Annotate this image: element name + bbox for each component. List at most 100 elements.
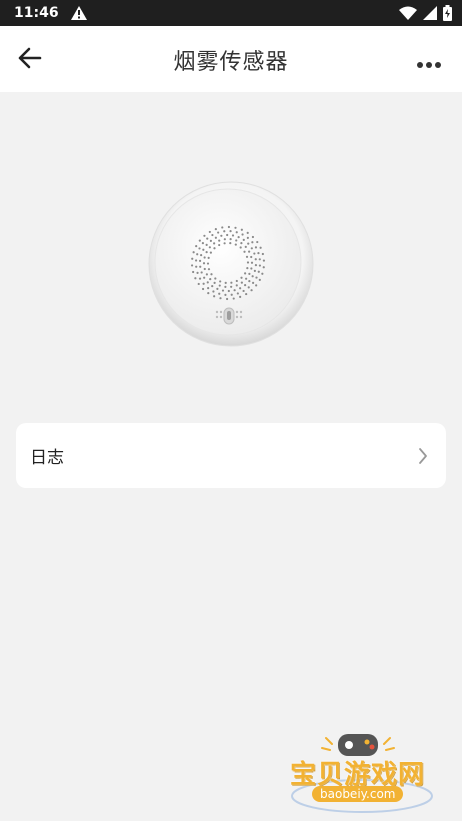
vent-dot xyxy=(223,230,226,233)
vent-dot xyxy=(229,242,232,245)
more-button[interactable] xyxy=(416,54,444,68)
vent-dot xyxy=(234,226,237,229)
vent-dot xyxy=(236,292,239,295)
vent-dot xyxy=(203,267,206,271)
vent-dot xyxy=(251,275,254,278)
smoke-sensor-illustration xyxy=(148,181,314,347)
log-list-item[interactable]: 日志 xyxy=(16,423,446,488)
vent-dot xyxy=(212,290,215,293)
vent-dot xyxy=(250,261,254,264)
vent-dot xyxy=(254,246,258,249)
vent-dot xyxy=(211,285,214,288)
vent-dot xyxy=(243,250,246,253)
vent-dot xyxy=(231,234,235,237)
vent-dot xyxy=(258,258,261,261)
status-bar-left: 11:46 xyxy=(14,5,87,21)
vent-dot xyxy=(223,242,226,245)
vent-dot xyxy=(235,284,238,287)
vent-dot xyxy=(257,252,260,255)
vent-dot xyxy=(195,265,198,268)
battery-charging-icon xyxy=(443,5,452,21)
vent-dot xyxy=(240,276,243,279)
vent-dot xyxy=(209,239,212,242)
vent-dot xyxy=(221,289,225,292)
status-time: 11:46 xyxy=(14,5,59,21)
vent-dot xyxy=(200,254,203,257)
vent-dot xyxy=(240,281,243,284)
vent-dot xyxy=(208,246,211,249)
status-bar-right xyxy=(399,5,452,21)
vent-dot xyxy=(242,238,245,241)
vent-dot xyxy=(253,252,256,255)
vent-dot xyxy=(257,270,260,273)
vent-dot xyxy=(229,238,232,241)
log-label: 日志 xyxy=(30,448,64,468)
vent-dot xyxy=(220,234,223,237)
vent-dot xyxy=(253,269,256,272)
vent-dot xyxy=(246,261,250,264)
vent-dot xyxy=(217,231,220,234)
vent-dot xyxy=(244,272,247,275)
smoke-sensor-image xyxy=(148,181,314,347)
vent-dot xyxy=(218,284,221,287)
vent-dot xyxy=(261,272,264,275)
vent-dot xyxy=(203,276,206,279)
vent-dot xyxy=(203,256,206,259)
vent-dot xyxy=(227,225,231,229)
vent-dot xyxy=(235,231,238,234)
vent-dot xyxy=(235,239,238,242)
vent-dot xyxy=(240,241,243,245)
status-bar: 11:46 xyxy=(0,0,462,26)
vent-dot xyxy=(208,230,211,234)
vent-dot xyxy=(239,295,242,298)
vent-dot xyxy=(213,247,216,250)
vent-dot xyxy=(230,293,233,296)
vent-dot xyxy=(244,245,247,248)
vent-dot xyxy=(227,289,230,293)
vent-dot xyxy=(202,262,206,265)
watermark-url: baobeiy.com xyxy=(312,786,404,802)
vent-dot xyxy=(196,271,199,274)
vent-dot xyxy=(230,285,233,288)
vent-dot xyxy=(207,268,211,271)
vent-dot xyxy=(214,228,217,231)
vent-dot xyxy=(210,273,213,276)
vent-dot xyxy=(254,258,257,261)
vent-dot xyxy=(247,242,250,245)
vent-dot xyxy=(248,280,251,283)
more-horizontal-icon xyxy=(417,62,441,68)
vent-dot xyxy=(245,277,248,280)
vent-dot xyxy=(245,292,248,296)
vent-dot xyxy=(191,257,194,260)
vent-dot xyxy=(205,243,208,246)
chevron-right-icon xyxy=(419,447,427,464)
vent-dot xyxy=(202,248,205,251)
vent-dot xyxy=(219,297,222,300)
vent-dot xyxy=(248,272,251,276)
vent-dot xyxy=(205,250,208,254)
vent-dot xyxy=(213,242,216,245)
vent-dot xyxy=(201,287,205,291)
vent-dot xyxy=(224,281,227,284)
vent-dot xyxy=(255,276,258,279)
vent-dot xyxy=(213,281,216,285)
vent-dot xyxy=(255,284,258,287)
vent-dot xyxy=(258,264,261,267)
app-header: 烟雾传感器 xyxy=(0,26,462,92)
vent-dot xyxy=(256,240,259,244)
vent-dot xyxy=(206,237,209,240)
vent-dot xyxy=(244,284,247,287)
wifi-icon xyxy=(399,6,417,20)
vent-dot xyxy=(262,259,266,262)
vent-dot xyxy=(198,259,202,262)
vent-dot xyxy=(246,267,249,270)
vent-dot xyxy=(224,293,227,296)
vent-dot xyxy=(237,235,240,239)
signal-icon xyxy=(423,6,437,20)
vent-dot xyxy=(206,281,209,284)
vent-dot xyxy=(232,297,235,300)
vent-dot xyxy=(239,287,242,290)
vent-dot xyxy=(250,247,253,250)
vent-dot xyxy=(196,253,199,256)
vent-dot xyxy=(200,271,203,274)
